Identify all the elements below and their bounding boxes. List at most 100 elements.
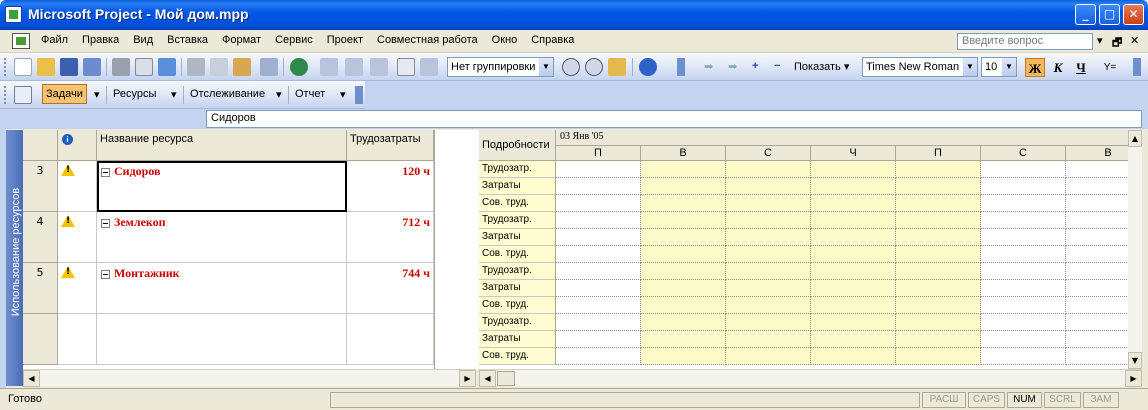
- scroll-right-icon[interactable]: ▶: [1125, 370, 1142, 387]
- toolbar-grip[interactable]: [4, 58, 7, 76]
- task-info-icon[interactable]: [397, 58, 415, 76]
- tasks-button[interactable]: Задачи: [42, 84, 87, 104]
- menu-item-7[interactable]: Проект: [320, 34, 370, 46]
- timescale-cell[interactable]: [896, 246, 981, 263]
- menu-item-8[interactable]: Совместная работа: [370, 34, 485, 46]
- report-dropdown-icon[interactable]: ▾: [340, 88, 346, 101]
- underline-button[interactable]: Ч: [1071, 58, 1091, 77]
- timescale-cell[interactable]: [811, 246, 896, 263]
- copy-icon[interactable]: [210, 58, 228, 76]
- timescale-cell[interactable]: [896, 263, 981, 280]
- goto-task-icon[interactable]: [608, 58, 626, 76]
- unlink-tasks-icon[interactable]: [345, 58, 363, 76]
- timescale-cell[interactable]: [726, 229, 811, 246]
- collapse-icon[interactable]: [101, 218, 110, 228]
- resources-dropdown-icon[interactable]: ▾: [171, 88, 177, 101]
- timescale-cell[interactable]: [556, 348, 641, 365]
- resource-work-cell[interactable]: 120 ч: [347, 161, 434, 212]
- menu-item-5[interactable]: Формат: [215, 34, 268, 46]
- row-header[interactable]: 3: [23, 161, 58, 212]
- timescale-cell[interactable]: [896, 229, 981, 246]
- cut-icon[interactable]: [187, 58, 205, 76]
- timescale-cell[interactable]: [726, 297, 811, 314]
- guide-toggle-icon[interactable]: [14, 86, 32, 104]
- vertical-scrollbar[interactable]: ▲ ▼: [1128, 130, 1142, 369]
- timescale-cell[interactable]: [896, 195, 981, 212]
- timescale-cell[interactable]: [811, 331, 896, 348]
- hyperlink-icon[interactable]: [290, 58, 308, 76]
- timescale-cell[interactable]: [726, 331, 811, 348]
- app-icon[interactable]: [5, 6, 22, 23]
- toolbar-chevron-icon[interactable]: [677, 58, 685, 76]
- timescale-cell[interactable]: [811, 314, 896, 331]
- resource-name-cell[interactable]: [97, 314, 347, 365]
- timescale-cell[interactable]: [641, 314, 726, 331]
- timescale-cell[interactable]: [641, 195, 726, 212]
- timescale-cell[interactable]: [981, 178, 1066, 195]
- timescale-day-header[interactable]: С: [981, 146, 1066, 161]
- resource-name-cell[interactable]: Землекоп: [97, 212, 347, 263]
- timescale-cell[interactable]: [641, 263, 726, 280]
- row-header[interactable]: 5: [23, 263, 58, 314]
- scroll-up-icon[interactable]: ▲: [1128, 130, 1142, 147]
- timescale-cell[interactable]: [556, 212, 641, 229]
- menu-item-4[interactable]: Вставка: [160, 34, 215, 46]
- timescale-cell[interactable]: [981, 297, 1066, 314]
- timescale-day-header[interactable]: В: [641, 146, 726, 161]
- menu-item-10[interactable]: Справка: [524, 34, 581, 46]
- timescale-cell[interactable]: [981, 280, 1066, 297]
- select-all-header[interactable]: [23, 130, 58, 161]
- open-icon[interactable]: [37, 58, 55, 76]
- menu-item-2[interactable]: Правка: [75, 34, 126, 46]
- timescale-day-header[interactable]: П: [556, 146, 641, 161]
- resource-work-cell[interactable]: 712 ч: [347, 212, 434, 263]
- collapse-icon[interactable]: [101, 269, 110, 279]
- spelling-icon[interactable]: [158, 58, 176, 76]
- show-subtasks-icon[interactable]: +: [752, 60, 758, 72]
- font-size-select[interactable]: 10 ▼: [981, 57, 1017, 77]
- doc-close-icon[interactable]: ✕: [1130, 34, 1139, 47]
- timescale-cell[interactable]: [811, 280, 896, 297]
- scroll-thumb[interactable]: [497, 371, 515, 386]
- indicator-cell[interactable]: [58, 263, 97, 314]
- details-column-header[interactable]: Подробности: [479, 130, 556, 161]
- scroll-left-icon[interactable]: ◀: [23, 370, 40, 387]
- timescale-day-header[interactable]: П: [896, 146, 981, 161]
- timescale-cell[interactable]: [726, 246, 811, 263]
- resource-work-cell[interactable]: 744 ч: [347, 263, 434, 314]
- timescale-cell[interactable]: [641, 229, 726, 246]
- menu-item-1[interactable]: Файл: [34, 34, 75, 46]
- timescale-cell[interactable]: [896, 178, 981, 195]
- timescale-cell[interactable]: [726, 195, 811, 212]
- timescale-cell[interactable]: [556, 246, 641, 263]
- timescale-cell[interactable]: [726, 314, 811, 331]
- timescale-cell[interactable]: [896, 297, 981, 314]
- timescale-cell[interactable]: [641, 161, 726, 178]
- grouping-select[interactable]: Нет группировки ▼: [447, 57, 554, 77]
- timescale-cell[interactable]: [556, 229, 641, 246]
- report-button[interactable]: Отчет: [295, 88, 325, 100]
- timescale-cell[interactable]: [896, 212, 981, 229]
- maximize-button[interactable]: □: [1099, 4, 1120, 25]
- timescale-cell[interactable]: [981, 348, 1066, 365]
- outdent-icon[interactable]: ➡: [704, 60, 713, 73]
- hide-subtasks-icon[interactable]: −: [774, 60, 780, 72]
- paste-icon[interactable]: [233, 58, 251, 76]
- menu-item-6[interactable]: Сервис: [268, 34, 320, 46]
- row-header[interactable]: 4: [23, 212, 58, 263]
- timescale-cell[interactable]: [556, 297, 641, 314]
- timescale-cell[interactable]: [896, 314, 981, 331]
- show-outline-button[interactable]: Показать ▾: [794, 60, 849, 73]
- split-task-icon[interactable]: [370, 58, 388, 76]
- toolbar-chevron-icon[interactable]: [355, 86, 363, 104]
- entry-field[interactable]: Сидоров: [206, 110, 1142, 128]
- work-column-header[interactable]: Трудозатраты: [347, 130, 434, 161]
- timescale-cell[interactable]: [641, 280, 726, 297]
- zoom-out-icon[interactable]: [585, 58, 603, 76]
- doc-restore-icon[interactable]: 🗗: [1112, 34, 1122, 53]
- timescale-cell[interactable]: [556, 331, 641, 348]
- timescale-cell[interactable]: [556, 178, 641, 195]
- help-icon[interactable]: [639, 58, 657, 76]
- notes-icon[interactable]: [420, 58, 438, 76]
- timescale-cell[interactable]: [811, 297, 896, 314]
